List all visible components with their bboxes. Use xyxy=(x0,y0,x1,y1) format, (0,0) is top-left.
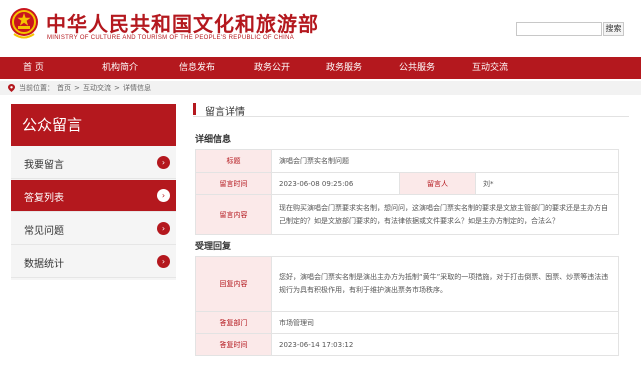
sidebar-item-label: 数据统计 xyxy=(24,259,64,270)
title-marker xyxy=(193,103,196,115)
chevron-right-icon: › xyxy=(157,156,170,169)
national-emblem-icon xyxy=(10,8,38,39)
nav-item-about[interactable]: 机构简介 xyxy=(102,57,138,79)
message-time-value: 2023-06-08 09:25:06 xyxy=(271,172,400,195)
location-pin-icon xyxy=(8,84,15,92)
nav-item-public-services[interactable]: 公共服务 xyxy=(399,57,435,79)
breadcrumb-item-home[interactable]: 首页 xyxy=(57,81,71,95)
breadcrumb-separator: > xyxy=(74,84,80,92)
nav-item-news[interactable]: 信息发布 xyxy=(179,57,215,79)
sidebar-title: 公众留言 xyxy=(22,116,83,134)
main-title-bar: 留言详情 xyxy=(193,103,629,118)
sidebar-item-leave-message[interactable]: 我要留言 › xyxy=(11,147,176,179)
site-header: 中华人民共和国文化和旅游部 MINISTRY OF CULTURE AND TO… xyxy=(0,0,641,55)
nav-item-gov-services[interactable]: 政务服务 xyxy=(326,57,362,79)
sidebar-item-label: 常见问题 xyxy=(24,226,64,237)
main-nav: 首 页 机构简介 信息发布 政务公开 政务服务 公共服务 互动交流 xyxy=(0,57,641,79)
breadcrumb-item-interaction[interactable]: 互动交流 xyxy=(83,81,111,95)
table-row: 留言时间 2023-06-08 09:25:06 留言人 刘* xyxy=(195,172,619,195)
chevron-right-icon: › xyxy=(157,255,170,268)
nav-item-home[interactable]: 首 页 xyxy=(23,57,44,79)
chevron-right-icon: › xyxy=(157,222,170,235)
reply-content-label: 回复内容 xyxy=(195,256,272,312)
nav-item-gov-affairs[interactable]: 政务公开 xyxy=(254,57,290,79)
page-title: 留言详情 xyxy=(205,107,245,118)
sidebar-header: 公众留言 xyxy=(11,104,176,146)
reply-table: 回复内容 您好，演唱会门票实名制是演出主办方为抵制“黄牛”采取的一项措施，对于打… xyxy=(195,256,619,356)
subject-value: 演唱会门票实名制问题 xyxy=(271,149,619,173)
sidebar: 公众留言 我要留言 › 答复列表 › 常见问题 › 数据统计 › xyxy=(11,104,176,280)
reply-time-value: 2023-06-14 17:03:12 xyxy=(271,333,619,356)
table-row: 答复时间 2023-06-14 17:03:12 xyxy=(195,333,619,356)
message-content-label: 留言内容 xyxy=(195,194,272,235)
author-value: 刘* xyxy=(475,172,619,195)
sidebar-item-label: 我要留言 xyxy=(24,160,64,171)
message-time-label: 留言时间 xyxy=(195,172,272,195)
sidebar-item-reply-list[interactable]: 答复列表 › xyxy=(11,180,176,212)
reply-heading: 受理回复 xyxy=(195,242,232,252)
search-button[interactable]: 搜索 xyxy=(603,22,624,36)
sidebar-item-statistics[interactable]: 数据统计 › xyxy=(11,246,176,278)
table-row: 回复内容 您好，演唱会门票实名制是演出主办方为抵制“黄牛”采取的一项措施，对于打… xyxy=(195,256,619,312)
breadcrumb-prefix: 当前位置： xyxy=(19,84,54,92)
breadcrumb: 当前位置： 首页 > 互动交流 > 详情信息 xyxy=(0,81,641,95)
subject-label: 标题 xyxy=(195,149,272,173)
nav-item-interaction[interactable]: 互动交流 xyxy=(472,57,508,79)
chevron-right-icon: › xyxy=(157,189,170,202)
reply-content-value: 您好，演唱会门票实名制是演出主办方为抵制“黄牛”采取的一项措施，对于打击倒票、囤… xyxy=(271,256,619,312)
reply-dept-label: 答复部门 xyxy=(195,311,272,334)
table-row: 答复部门 市场管理司 xyxy=(195,311,619,334)
detail-table: 标题 演唱会门票实名制问题 留言时间 2023-06-08 09:25:06 留… xyxy=(195,149,619,235)
search-input[interactable] xyxy=(516,22,602,36)
sidebar-item-label: 答复列表 xyxy=(24,193,64,204)
site-title[interactable]: 中华人民共和国文化和旅游部 xyxy=(46,8,319,37)
breadcrumb-separator: > xyxy=(114,84,120,92)
reply-time-label: 答复时间 xyxy=(195,333,272,356)
author-label: 留言人 xyxy=(399,172,476,195)
breadcrumb-item-detail: 详情信息 xyxy=(123,84,151,92)
table-row: 标题 演唱会门票实名制问题 xyxy=(195,149,619,173)
table-row: 留言内容 现在购买演唱会门票要求实名制，想问问，这演唱会门票实名制的要求是文旅主… xyxy=(195,194,619,235)
message-content-value: 现在购买演唱会门票要求实名制，想问问，这演唱会门票实名制的要求是文旅主管部门的要… xyxy=(271,194,619,235)
detail-heading: 详细信息 xyxy=(195,135,232,145)
sidebar-item-faq[interactable]: 常见问题 › xyxy=(11,213,176,245)
reply-dept-value: 市场管理司 xyxy=(271,311,619,334)
site-subtitle-en: MINISTRY OF CULTURE AND TOURISM OF THE P… xyxy=(47,35,295,41)
